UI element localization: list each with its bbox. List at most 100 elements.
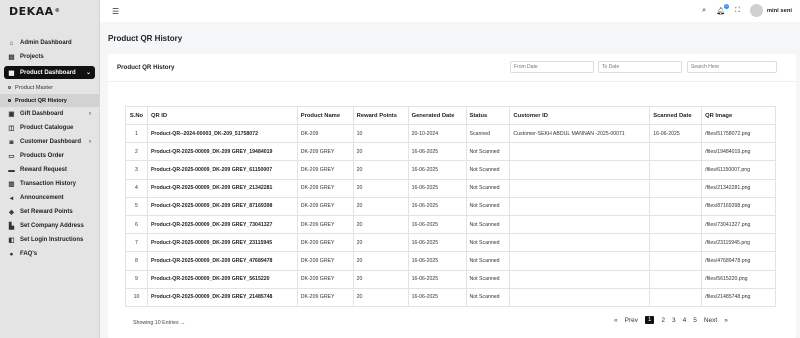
table-cell: 4 bbox=[125, 178, 148, 198]
column-header[interactable]: Reward Points bbox=[352, 106, 409, 125]
prev-page-button[interactable]: Prev bbox=[625, 317, 638, 324]
table-cell[interactable]: /files/5615220.png bbox=[701, 269, 776, 289]
sidebar-item-customer-dashboard[interactable]: ◙ Customer Dashboard › bbox=[0, 135, 99, 149]
page-button-3[interactable]: 3 bbox=[672, 317, 676, 324]
sidebar-subitem-product-qr-history[interactable]: Product QR History bbox=[0, 94, 99, 107]
table-cell: Product-QR--2024-00003_DK-209_51758072 bbox=[146, 123, 298, 144]
sidebar-item-admin-dashboard[interactable]: ⌂ Admin Dashboard bbox=[0, 36, 99, 50]
sidebar-item-projects[interactable]: ▤ Projects bbox=[0, 50, 99, 64]
column-header[interactable]: S.No bbox=[125, 106, 148, 125]
table-cell bbox=[509, 142, 651, 162]
page-button-5[interactable]: 5 bbox=[693, 317, 697, 324]
brand-logo[interactable]: DEKAA ® bbox=[0, 0, 99, 22]
sidebar-item-gift-dashboard[interactable]: ▣ Gift Dashboard › bbox=[0, 107, 99, 121]
table-cell[interactable]: /files/19484019.png bbox=[701, 142, 776, 162]
column-header[interactable]: Generated Date bbox=[407, 106, 467, 125]
table-cell: Not Scanned bbox=[465, 142, 511, 162]
table-row[interactable]: 10 Product-QR-2025-00009_DK-209 GREY_2148… bbox=[125, 287, 776, 307]
page-button-1[interactable]: 1 bbox=[645, 316, 655, 324]
bell-icon[interactable]: 🔔︎ 0 bbox=[716, 3, 729, 15]
table-row[interactable]: 3 Product-QR-2025-00009_DK-209 GREY_61150… bbox=[125, 160, 776, 180]
table-row[interactable]: 5 Product-QR-2025-00009_DK-209 GREY_87169… bbox=[125, 196, 776, 216]
avatar[interactable] bbox=[749, 4, 763, 17]
sidebar-item-reward-request[interactable]: ▬ Reward Request bbox=[0, 163, 99, 177]
sidebar-item-set-reward-points[interactable]: ◈ Set Reward Points bbox=[0, 205, 99, 219]
table-cell[interactable]: /files/73041327.png bbox=[701, 214, 776, 235]
table-cell: DK-209 GREY bbox=[296, 287, 354, 307]
column-header[interactable]: Product Name bbox=[296, 106, 354, 125]
table-cell: 10 bbox=[125, 287, 148, 307]
grid-icon: ▦ bbox=[8, 69, 15, 77]
column-header[interactable]: Customer ID bbox=[509, 106, 651, 125]
sidebar-item-product-catalogue[interactable]: ◫ Product Catalogue bbox=[0, 121, 99, 135]
table-row[interactable]: 8 Product-QR-2025-00009_DK-209 GREY_47689… bbox=[125, 251, 776, 271]
table-row[interactable]: 4 Product-QR-2025-00009_DK-209 GREY_21342… bbox=[125, 178, 776, 198]
table-cell bbox=[649, 251, 703, 271]
next-page-button[interactable]: Next bbox=[704, 317, 717, 324]
table-cell[interactable]: /files/61150007.png bbox=[701, 160, 776, 180]
table-cell[interactable]: /files/21342281.png bbox=[701, 178, 776, 198]
table-row[interactable]: 9 Product-QR-2025-00009_DK-209 GREY_56152… bbox=[125, 269, 776, 289]
sidebar-item-announcement[interactable]: ◂ Announcement bbox=[0, 191, 99, 205]
showing-entries: Showing 10 Entries → bbox=[133, 320, 185, 326]
fullscreen-icon[interactable]: ⛶ bbox=[735, 7, 740, 15]
sidebar-item-label: Product Master bbox=[15, 84, 53, 91]
table-cell: DK-209 GREY bbox=[296, 269, 354, 289]
sidebar: DEKAA ® ⌂ Admin Dashboard ▤ Projects ▦ Product… bbox=[0, 0, 100, 338]
page-button-2[interactable]: 2 bbox=[661, 317, 665, 324]
hamburger-menu-icon[interactable]: ☰ bbox=[112, 7, 119, 16]
table-cell[interactable]: /files/47689478.png bbox=[701, 251, 776, 271]
sidebar-item-set-login-instructions[interactable]: ◧ Set Login Instructions bbox=[0, 233, 99, 247]
table-row[interactable]: 2 Product-QR-2025-00009_DK-209 GREY_19484… bbox=[125, 142, 776, 162]
table-cell[interactable]: /files/51758072.png bbox=[701, 123, 776, 144]
from-date-input[interactable] bbox=[510, 61, 594, 73]
username[interactable]: mini seni bbox=[767, 8, 792, 14]
qr-history-card: Product QR History S.NoQR IDProduct Name… bbox=[108, 54, 796, 338]
sidebar-subitem-product-master[interactable]: Product Master bbox=[0, 81, 99, 94]
column-header[interactable]: Status bbox=[465, 106, 511, 125]
sidebar-item-products-order[interactable]: ▭ Products Order bbox=[0, 149, 99, 163]
sidebar-item-label: Set Company Address bbox=[20, 223, 84, 229]
sidebar-item-transaction-history[interactable]: ▥ Transaction History bbox=[0, 177, 99, 191]
table-cell[interactable]: /files/87169398.png bbox=[701, 196, 776, 216]
table-cell bbox=[509, 196, 651, 216]
sidebar-item-set-company-address[interactable]: ▙ Set Company Address bbox=[0, 219, 99, 233]
table-cell[interactable]: /files/21485748.png bbox=[701, 287, 776, 307]
sidebar-item-faq-s[interactable]: ● FAQ's bbox=[0, 247, 99, 261]
card-header: Product QR History bbox=[108, 54, 796, 82]
table-row[interactable]: 7 Product-QR-2025-00009_DK-209 GREY_23115… bbox=[125, 233, 776, 253]
catalogue-icon: ◫ bbox=[8, 125, 15, 132]
last-page-button[interactable]: » bbox=[724, 317, 728, 324]
first-page-button[interactable]: « bbox=[614, 317, 618, 324]
table-row[interactable]: 1 Product-QR--2024-00003_DK-209_51758072 D… bbox=[125, 123, 776, 144]
table-cell bbox=[509, 178, 651, 198]
pagination: « Prev 1 2 3 4 5 Next » bbox=[614, 316, 735, 324]
table-cell: DK-209 GREY bbox=[296, 196, 354, 216]
table-cell bbox=[509, 233, 651, 253]
to-date-input[interactable] bbox=[598, 61, 682, 73]
gift-icon: ▣ bbox=[8, 111, 15, 118]
page-button-4[interactable]: 4 bbox=[683, 317, 687, 324]
table-cell: DK-209 GREY bbox=[296, 160, 354, 180]
sidebar-item-product-dashboard[interactable]: ▦ Product Dashboard ⌄ bbox=[4, 66, 95, 79]
column-header[interactable]: QR ID bbox=[146, 106, 298, 125]
table-cell: 20-10-2024 bbox=[407, 123, 467, 144]
column-header[interactable]: Scanned Date bbox=[649, 106, 703, 125]
column-header[interactable]: QR Image bbox=[701, 106, 776, 125]
table-row[interactable]: 6 Product-QR-2025-00009_DK-209 GREY_73041… bbox=[125, 214, 776, 235]
arrow-right-icon[interactable]: → bbox=[180, 320, 185, 326]
table-cell: 8 bbox=[125, 251, 148, 271]
table-cell bbox=[649, 142, 703, 162]
table-cell: 20 bbox=[352, 214, 409, 235]
points-icon: ◈ bbox=[9, 209, 14, 216]
sidebar-item-label: Admin Dashboard bbox=[20, 40, 72, 46]
table-cell: 16-06-2025 bbox=[407, 269, 467, 289]
table-cell: DK-209 GREY bbox=[296, 214, 354, 235]
table-cell[interactable]: /files/23115945.png bbox=[701, 233, 776, 253]
search-icon[interactable]: ⌕ bbox=[702, 7, 706, 15]
chevron-right-icon: › bbox=[89, 111, 91, 117]
customer-icon: ◙ bbox=[9, 138, 14, 146]
table-cell: 1 bbox=[125, 123, 148, 144]
search-input[interactable] bbox=[687, 61, 777, 73]
logo-text: DEKAA bbox=[9, 4, 54, 18]
